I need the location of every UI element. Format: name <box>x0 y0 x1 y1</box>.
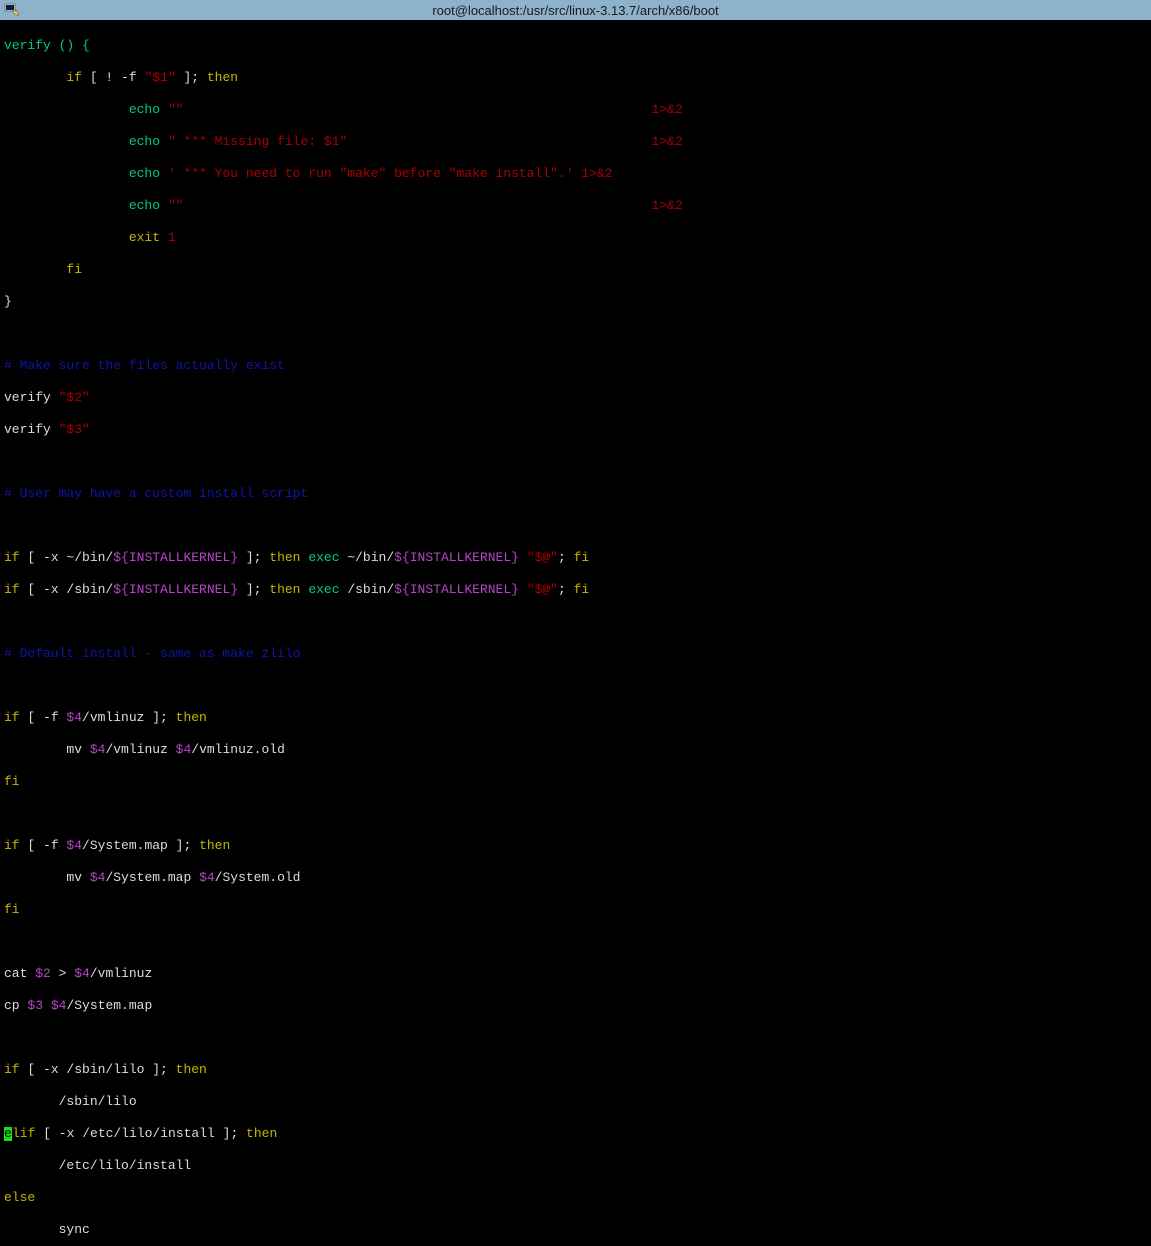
code-line: cat $2 > $4/vmlinuz <box>4 966 1147 982</box>
code-line: echo " *** Missing file: $1" 1>&2 <box>4 134 1147 150</box>
code-line: verify () { <box>4 38 1147 54</box>
terminal-content[interactable]: verify () { if [ ! -f "$1" ]; then echo … <box>0 20 1151 1246</box>
code-line: /etc/lilo/install <box>4 1158 1147 1174</box>
code-line <box>4 614 1147 630</box>
code-line: /sbin/lilo <box>4 1094 1147 1110</box>
code-line: echo "" 1>&2 <box>4 102 1147 118</box>
code-line: echo "" 1>&2 <box>4 198 1147 214</box>
code-line: fi <box>4 902 1147 918</box>
code-line: if [ -x /sbin/lilo ]; then <box>4 1062 1147 1078</box>
code-line: echo ' *** You need to run "make" before… <box>4 166 1147 182</box>
code-line: exit 1 <box>4 230 1147 246</box>
code-line: if [ -x ~/bin/${INSTALLKERNEL} ]; then e… <box>4 550 1147 566</box>
code-line <box>4 518 1147 534</box>
code-line <box>4 454 1147 470</box>
code-line: # Default install - same as make zlilo <box>4 646 1147 662</box>
code-line <box>4 934 1147 950</box>
code-line <box>4 806 1147 822</box>
code-line: if [ -x /sbin/${INSTALLKERNEL} ]; then e… <box>4 582 1147 598</box>
code-line: mv $4/vmlinuz $4/vmlinuz.old <box>4 742 1147 758</box>
code-line: cp $3 $4/System.map <box>4 998 1147 1014</box>
code-line: fi <box>4 774 1147 790</box>
putty-icon <box>4 2 20 18</box>
code-line: else <box>4 1190 1147 1206</box>
code-line: verify "$3" <box>4 422 1147 438</box>
code-line: # User may have a custom install script <box>4 486 1147 502</box>
code-line <box>4 1030 1147 1046</box>
code-line: if [ -f $4/System.map ]; then <box>4 838 1147 854</box>
window-title: root@localhost:/usr/src/linux-3.13.7/arc… <box>432 3 718 18</box>
code-line: mv $4/System.map $4/System.old <box>4 870 1147 886</box>
code-line: } <box>4 294 1147 310</box>
cursor: e <box>4 1127 12 1141</box>
code-line: fi <box>4 262 1147 278</box>
code-line: elif [ -x /etc/lilo/install ]; then <box>4 1126 1147 1142</box>
code-line: verify "$2" <box>4 390 1147 406</box>
window-titlebar[interactable]: root@localhost:/usr/src/linux-3.13.7/arc… <box>0 0 1151 20</box>
code-line: if [ ! -f "$1" ]; then <box>4 70 1147 86</box>
code-line: sync <box>4 1222 1147 1238</box>
code-line <box>4 678 1147 694</box>
code-line <box>4 326 1147 342</box>
code-line: if [ -f $4/vmlinuz ]; then <box>4 710 1147 726</box>
code-line: # Make sure the files actually exist <box>4 358 1147 374</box>
